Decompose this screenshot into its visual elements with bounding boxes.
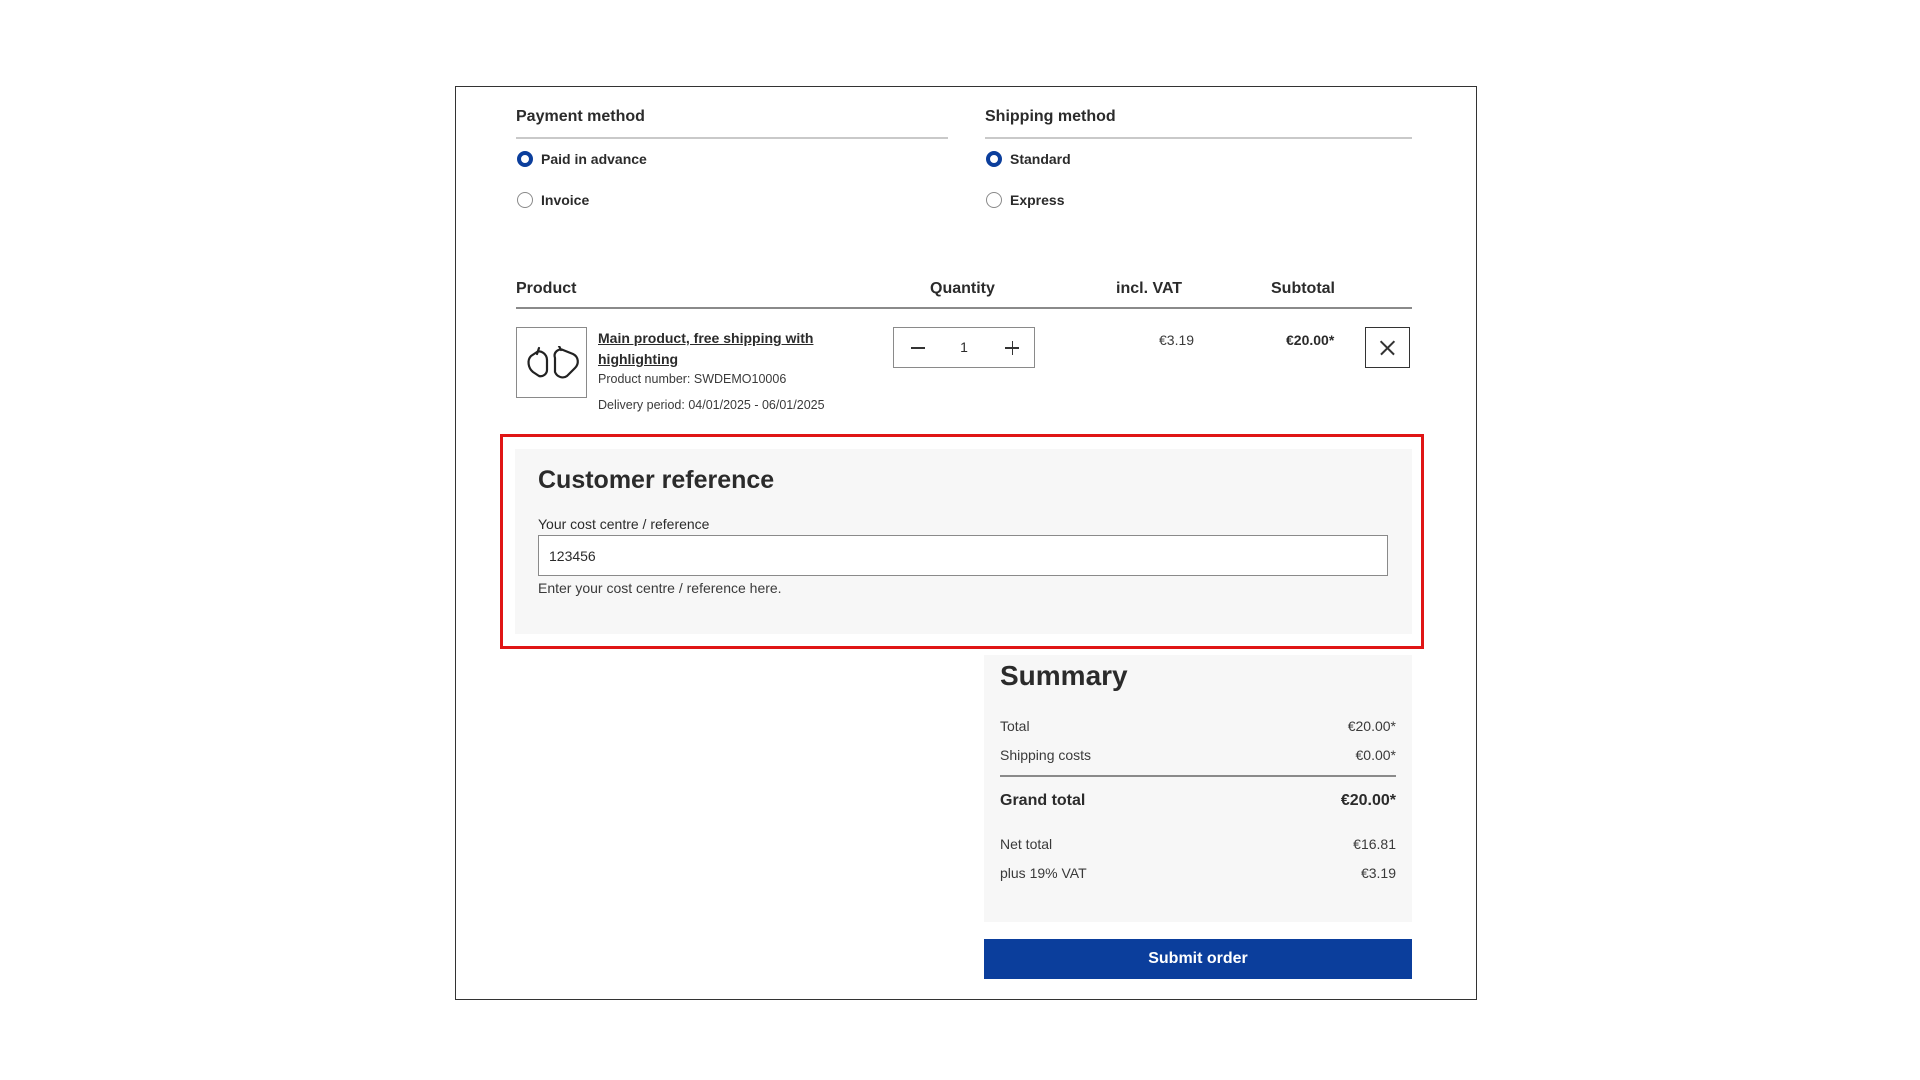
summary-title: Summary	[1000, 660, 1128, 691]
net-total-label: Net total	[1000, 836, 1053, 852]
remove-item-button[interactable]	[1365, 327, 1410, 368]
column-quantity: Quantity	[930, 280, 995, 297]
shipping-costs-value: €0.00*	[1355, 747, 1396, 763]
grand-total-value: €20.00*	[1340, 792, 1396, 809]
net-total-value: €16.81	[1353, 836, 1396, 852]
vat-value: €3.19	[1360, 865, 1396, 881]
highlight-box	[500, 434, 1424, 649]
shipping-costs-label: Shipping costs	[1000, 747, 1092, 763]
radio-label-paid-in-advance[interactable]: Paid in advance	[541, 151, 647, 167]
column-product: Product	[516, 280, 577, 297]
product-image[interactable]	[516, 327, 587, 398]
submit-order-button[interactable]: Submit order	[984, 939, 1412, 979]
total-value: €20.00*	[1347, 718, 1396, 734]
payment-method-heading: Payment method	[516, 108, 645, 125]
shipping-method-heading: Shipping method	[985, 108, 1116, 125]
radio-paid-in-advance[interactable]	[517, 151, 533, 167]
product-name-link[interactable]: Main product, free shipping with highlig…	[598, 328, 838, 370]
summary-panel	[984, 655, 1412, 922]
item-subtotal: €20.00*	[1286, 332, 1335, 348]
grand-total-label: Grand total	[1000, 792, 1086, 809]
total-label: Total	[1000, 718, 1030, 734]
column-incl-vat: incl. VAT	[1116, 280, 1183, 297]
radio-label-express[interactable]: Express	[1010, 192, 1064, 208]
minus-icon[interactable]	[908, 337, 928, 357]
delivery-period: Delivery period: 04/01/2025 - 06/01/2025	[598, 398, 825, 412]
radio-express[interactable]	[986, 192, 1002, 208]
radio-label-invoice[interactable]: Invoice	[541, 192, 589, 208]
radio-standard[interactable]	[986, 151, 1002, 167]
item-vat: €3.19	[1159, 332, 1195, 348]
summary-divider	[1000, 775, 1396, 777]
gloves-icon	[527, 346, 579, 379]
product-number: Product number: SWDEMO10006	[598, 372, 787, 386]
shipping-divider	[985, 137, 1412, 139]
cart-header-divider	[516, 307, 1412, 309]
radio-invoice[interactable]	[517, 192, 533, 208]
payment-divider	[516, 137, 948, 139]
column-subtotal: Subtotal	[1271, 280, 1335, 297]
plus-icon[interactable]	[1002, 337, 1022, 357]
radio-label-standard[interactable]: Standard	[1010, 151, 1071, 167]
vat-label: plus 19% VAT	[1000, 865, 1087, 881]
quantity-stepper: 1	[893, 327, 1035, 368]
quantity-value[interactable]: 1	[944, 339, 984, 355]
